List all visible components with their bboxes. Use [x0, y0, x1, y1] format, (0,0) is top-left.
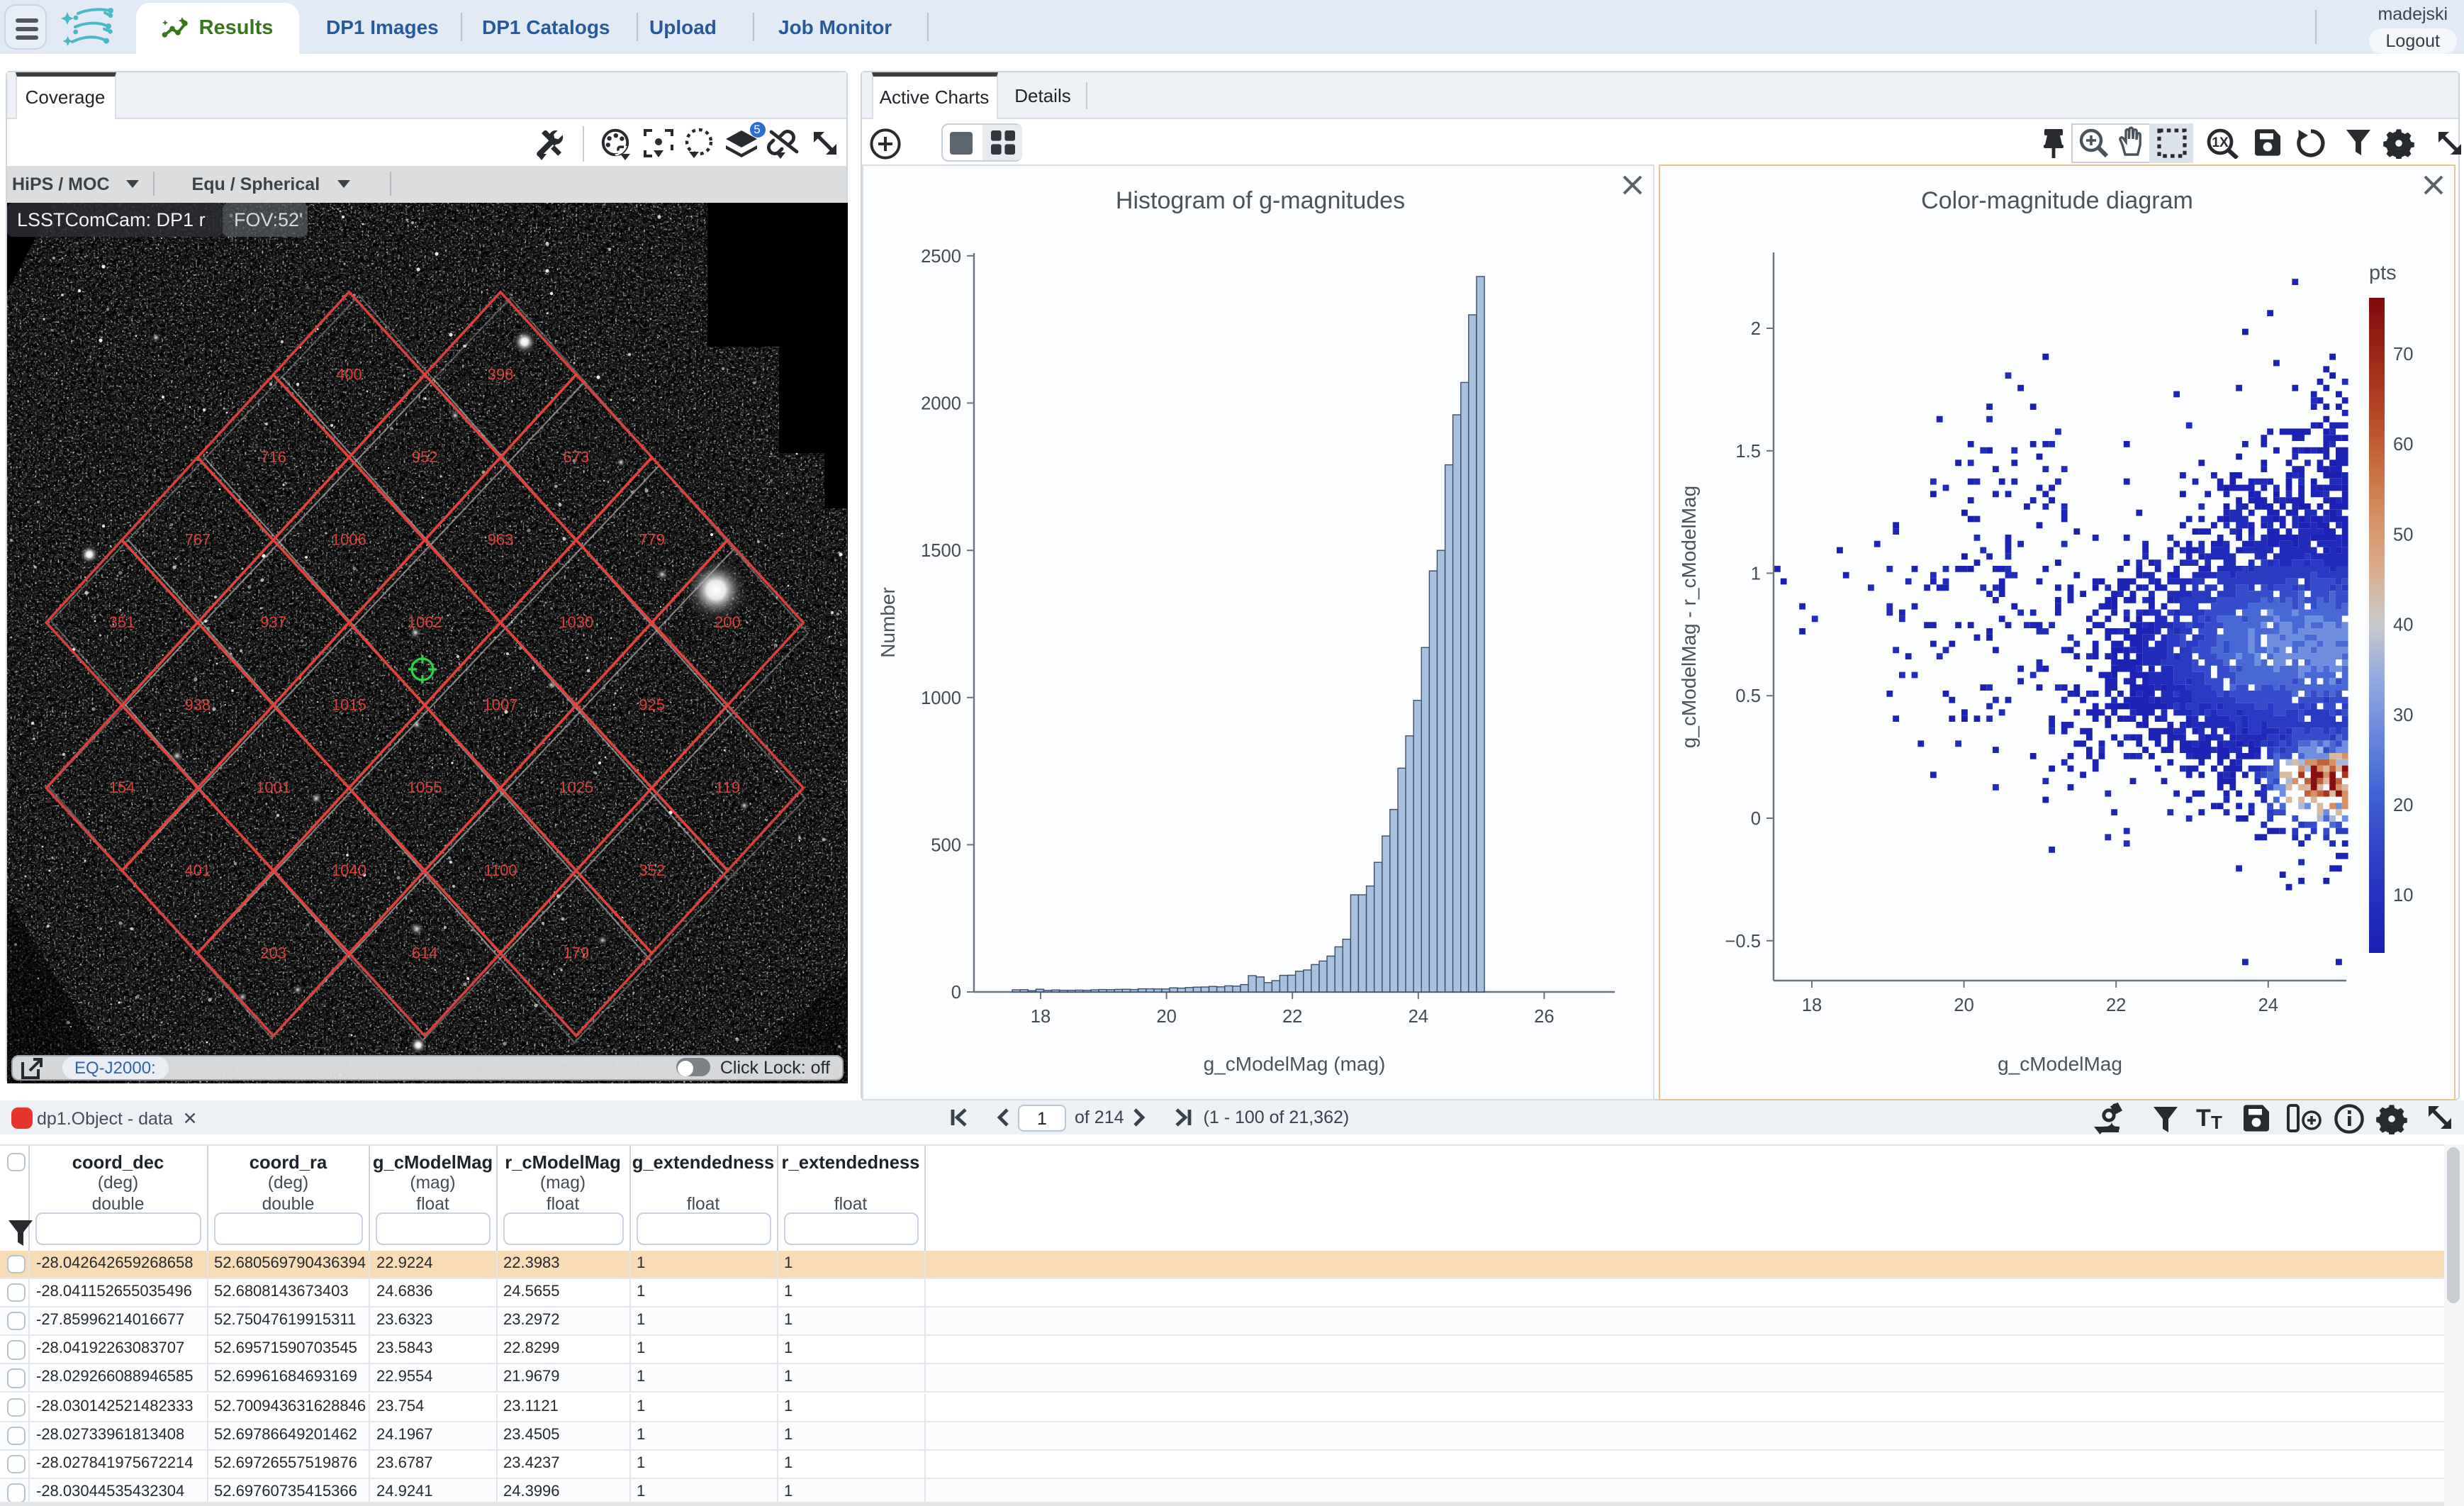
svg-text:30: 30 — [2392, 705, 2412, 725]
svg-text:1006: 1006 — [332, 530, 366, 548]
svg-text:925: 925 — [639, 696, 665, 713]
svg-text:1X: 1X — [2211, 135, 2228, 150]
svg-text:g_cModelMag: g_cModelMag — [1997, 1053, 2122, 1075]
svg-text:2: 2 — [1750, 319, 1760, 339]
svg-text:18: 18 — [1801, 995, 1821, 1015]
svg-text:Histogram of g-magnitudes: Histogram of g-magnitudes — [1116, 187, 1405, 214]
svg-text:1025: 1025 — [559, 778, 593, 796]
svg-text:FOV:52': FOV:52' — [234, 208, 303, 230]
svg-text:673: 673 — [563, 447, 589, 465]
svg-text:1030: 1030 — [559, 613, 593, 630]
svg-text:0.5: 0.5 — [1735, 686, 1760, 706]
svg-text:60: 60 — [2392, 435, 2412, 454]
svg-text:24: 24 — [2258, 995, 2278, 1015]
svg-text:2000: 2000 — [921, 394, 961, 413]
svg-text:1007: 1007 — [483, 696, 518, 713]
svg-text:1000: 1000 — [921, 688, 961, 708]
svg-text:779: 779 — [639, 530, 665, 548]
svg-text:352: 352 — [639, 861, 665, 878]
svg-text:716: 716 — [260, 447, 286, 465]
svg-text:963: 963 — [488, 530, 514, 548]
svg-text:1055: 1055 — [408, 778, 442, 796]
svg-text:10: 10 — [2392, 886, 2412, 905]
svg-text:2500: 2500 — [921, 247, 961, 267]
svg-text:0: 0 — [951, 983, 961, 1003]
svg-text:Number: Number — [877, 587, 899, 658]
svg-text:g_cModelMag (mag): g_cModelMag (mag) — [1204, 1053, 1386, 1075]
svg-text:Color-magnitude diagram: Color-magnitude diagram — [1920, 187, 2193, 214]
svg-text:70: 70 — [2392, 345, 2412, 364]
svg-text:119: 119 — [715, 778, 740, 796]
svg-text:20: 20 — [1953, 995, 1973, 1015]
svg-text:179: 179 — [563, 943, 589, 961]
svg-text:937: 937 — [260, 613, 286, 630]
svg-text:154: 154 — [109, 778, 135, 796]
svg-text:400: 400 — [336, 364, 362, 382]
svg-text:500: 500 — [931, 835, 961, 855]
svg-text:50: 50 — [2392, 525, 2412, 545]
svg-text:398: 398 — [488, 364, 514, 382]
svg-text:LSSTComCam: DP1 r: LSSTComCam: DP1 r — [17, 208, 206, 230]
svg-text:20: 20 — [2392, 796, 2412, 815]
svg-text:18: 18 — [1031, 1007, 1051, 1027]
svg-text:40: 40 — [2392, 615, 2412, 635]
svg-text:351: 351 — [109, 613, 135, 630]
svg-text:22: 22 — [1282, 1007, 1302, 1027]
svg-text:203: 203 — [260, 943, 286, 961]
svg-text:767: 767 — [184, 530, 211, 548]
svg-text:938: 938 — [184, 696, 211, 713]
svg-text:pts: pts — [2368, 262, 2396, 284]
svg-text:0: 0 — [1750, 809, 1760, 829]
svg-text:952: 952 — [412, 447, 438, 465]
svg-text:−0.5: −0.5 — [1724, 932, 1760, 952]
svg-text:1100: 1100 — [483, 861, 517, 878]
svg-text:24: 24 — [1409, 1007, 1428, 1027]
svg-text:26: 26 — [1534, 1007, 1554, 1027]
svg-text:1500: 1500 — [921, 541, 961, 561]
svg-text:614: 614 — [412, 943, 438, 961]
svg-text:1040: 1040 — [332, 861, 366, 878]
svg-text:401: 401 — [184, 861, 211, 878]
svg-text:1062: 1062 — [408, 613, 442, 630]
svg-text:T: T — [2211, 1112, 2222, 1130]
svg-text:20: 20 — [1156, 1007, 1176, 1027]
svg-text:1001: 1001 — [256, 778, 291, 796]
svg-text:g_cModelMag - r_cModelMag: g_cModelMag - r_cModelMag — [1677, 486, 1699, 748]
svg-text:200: 200 — [715, 613, 741, 630]
svg-text:1015: 1015 — [332, 696, 366, 713]
svg-text:T: T — [2196, 1105, 2211, 1130]
svg-text:1.5: 1.5 — [1735, 442, 1760, 462]
svg-text:22: 22 — [2105, 995, 2125, 1015]
svg-text:1: 1 — [1750, 564, 1760, 584]
